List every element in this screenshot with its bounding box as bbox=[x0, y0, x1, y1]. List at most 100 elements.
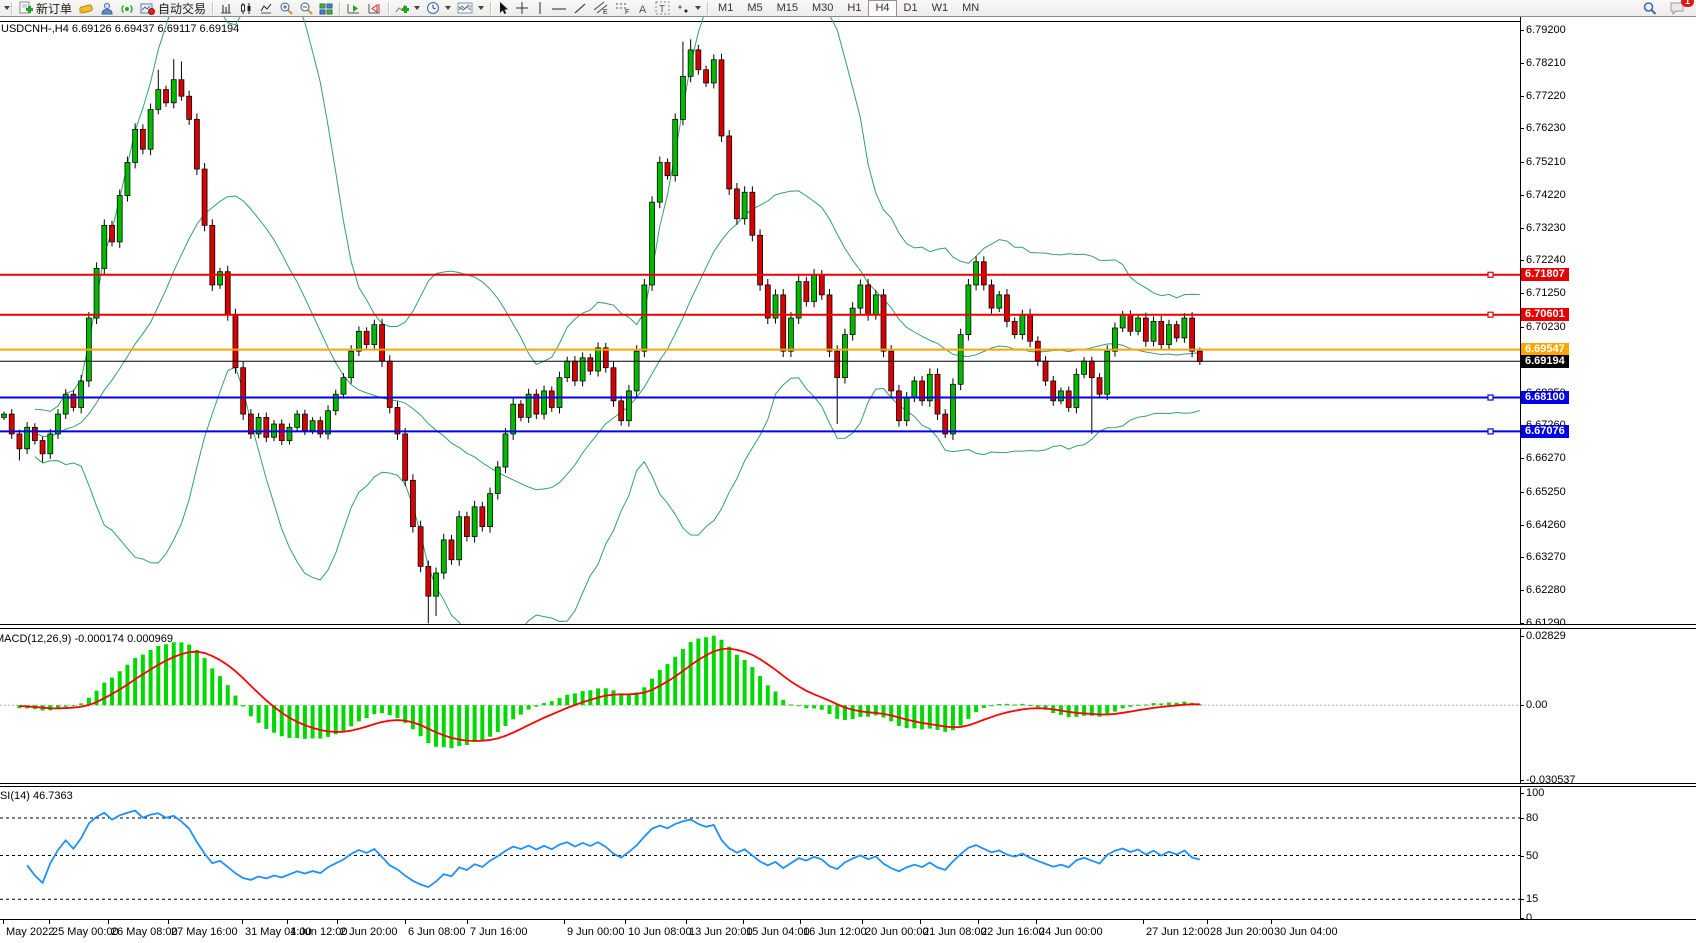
chevron-down-icon bbox=[695, 6, 701, 10]
time-tick bbox=[49, 920, 50, 924]
time-axis-label: 10 Jun 08:00 bbox=[628, 926, 692, 938]
price-tick-label: 6.61290 bbox=[1526, 617, 1566, 624]
horizontal-line-button[interactable] bbox=[548, 0, 570, 16]
tf-h4-button[interactable]: H4 bbox=[868, 0, 896, 17]
trendline-button[interactable] bbox=[570, 0, 590, 16]
vertical-line-button[interactable] bbox=[532, 0, 548, 16]
chart-bars-button[interactable] bbox=[216, 0, 236, 16]
tf-m15-button[interactable]: M15 bbox=[770, 0, 805, 17]
text-icon: A bbox=[637, 2, 649, 15]
price-tick bbox=[1520, 327, 1524, 328]
community-button[interactable] bbox=[97, 0, 117, 16]
chart-line-button[interactable] bbox=[256, 0, 276, 16]
tf-m30-button[interactable]: M30 bbox=[805, 0, 840, 17]
price-tick bbox=[1520, 458, 1524, 459]
signals-button[interactable] bbox=[117, 0, 137, 16]
macd-canvas[interactable] bbox=[0, 629, 1520, 783]
time-tick bbox=[3, 920, 4, 924]
price-tick bbox=[1520, 63, 1524, 64]
fibonacci-button[interactable]: F bbox=[612, 0, 634, 16]
tf-w1-button[interactable]: W1 bbox=[925, 0, 956, 17]
main-chart-canvas[interactable] bbox=[0, 17, 1520, 624]
main-chart-panel: USDCNH-,H4 6.69126 6.69437 6.69117 6.691… bbox=[0, 17, 1696, 624]
time-axis-label: 27 Jun 12:00 bbox=[1146, 926, 1210, 938]
time-axis-label: 1 Jun 12:00 bbox=[290, 926, 348, 938]
price-tick-label: 6.62280 bbox=[1526, 584, 1566, 596]
chart-shift-button[interactable] bbox=[364, 0, 385, 16]
search-button[interactable] bbox=[1639, 0, 1660, 16]
price-line-tag[interactable]: 6.70601 bbox=[1521, 308, 1569, 321]
crosshair-icon bbox=[515, 1, 529, 15]
new-order-button[interactable]: 新订单 bbox=[15, 0, 75, 16]
price-tick bbox=[1520, 260, 1524, 261]
cursor-button[interactable] bbox=[494, 0, 512, 16]
rsi-canvas[interactable] bbox=[0, 787, 1520, 919]
time-tick bbox=[625, 920, 626, 924]
time-axis-label: 16 Jun 12:00 bbox=[803, 926, 867, 938]
svg-text:A: A bbox=[639, 4, 647, 15]
price-line-tag[interactable]: 6.71807 bbox=[1521, 268, 1569, 281]
time-tick bbox=[1207, 920, 1208, 924]
crosshair-button[interactable] bbox=[512, 0, 532, 16]
time-tick bbox=[242, 920, 243, 924]
time-axis-label: 13 Jun 20:00 bbox=[689, 926, 753, 938]
time-tick bbox=[743, 920, 744, 924]
notifications-button[interactable]: 1 bbox=[1666, 0, 1688, 16]
tile-windows-button[interactable] bbox=[316, 0, 336, 16]
arrows-button[interactable] bbox=[673, 0, 704, 16]
time-axis-label: 28 Jun 20:00 bbox=[1210, 926, 1274, 938]
time-axis-label: 20 Jun 00:00 bbox=[865, 926, 929, 938]
text-label-button[interactable]: T bbox=[652, 0, 673, 16]
tf-mn-button[interactable]: MN bbox=[955, 0, 986, 17]
time-axis-label: 21 Jun 08:00 bbox=[923, 926, 987, 938]
autotrading-button[interactable]: 自动交易 bbox=[137, 0, 209, 16]
price-line-tag[interactable]: 6.68100 bbox=[1521, 391, 1569, 404]
tf-m1-button[interactable]: M1 bbox=[711, 0, 740, 17]
price-tick bbox=[1520, 128, 1524, 129]
rsi-tick-label: 100 bbox=[1526, 787, 1544, 799]
auto-scroll-icon bbox=[346, 2, 361, 15]
text-button[interactable]: A bbox=[634, 0, 652, 16]
template-icon bbox=[457, 1, 473, 15]
price-tick-label: 6.64260 bbox=[1526, 519, 1566, 531]
macd-tick-label: 0.02829 bbox=[1526, 630, 1566, 642]
chart-candles-button[interactable] bbox=[236, 0, 256, 16]
time-axis-label: 6 Jun 08:00 bbox=[408, 926, 466, 938]
rsi-tick bbox=[1520, 856, 1524, 857]
auto-scroll-button[interactable] bbox=[343, 0, 364, 16]
zoom-in-button[interactable] bbox=[276, 0, 296, 16]
periods-clock-button[interactable] bbox=[423, 0, 454, 16]
toolbar-separator bbox=[490, 2, 491, 15]
price-line-tag[interactable]: 6.67076 bbox=[1521, 425, 1569, 438]
price-tick-label: 6.75210 bbox=[1526, 156, 1566, 168]
equidistant-channel-button[interactable]: E bbox=[590, 0, 612, 16]
toolbar-overflow-button[interactable] bbox=[2, 0, 8, 16]
time-axis-label: 25 May 00:00 bbox=[52, 926, 119, 938]
indicators-button[interactable] bbox=[392, 0, 423, 16]
time-tick bbox=[405, 920, 406, 924]
time-tick bbox=[1271, 920, 1272, 924]
rsi-tick-label: 0 bbox=[1526, 912, 1532, 919]
time-axis-label: May 2022 bbox=[6, 926, 54, 938]
price-tick bbox=[1520, 492, 1524, 493]
time-tick bbox=[337, 920, 338, 924]
chart-title: USDCNH-,H4 6.69126 6.69437 6.69117 6.691… bbox=[1, 23, 239, 35]
time-axis-label: 2 Jun 20:00 bbox=[340, 926, 398, 938]
price-tick-label: 6.66270 bbox=[1526, 452, 1566, 464]
time-tick bbox=[1036, 920, 1037, 924]
tf-h1-button[interactable]: H1 bbox=[840, 0, 868, 17]
time-tick bbox=[800, 920, 801, 924]
zoom-out-button[interactable] bbox=[296, 0, 316, 16]
new-order-icon bbox=[18, 1, 33, 15]
tf-m5-button[interactable]: M5 bbox=[740, 0, 769, 17]
time-axis: May 202225 May 00:0026 May 08:0027 May 1… bbox=[0, 919, 1696, 943]
macd-label: MACD(12,26,9) -0.000174 0.000969 bbox=[0, 633, 260, 645]
rsi-tick-label: 50 bbox=[1526, 850, 1538, 862]
templates-button[interactable] bbox=[454, 0, 487, 16]
rsi-label: RSI(14) 46.7363 bbox=[0, 790, 200, 802]
toolbar-separator bbox=[388, 2, 389, 15]
crayon-button[interactable] bbox=[75, 0, 97, 16]
current-price-tag[interactable]: 6.69194 bbox=[1521, 355, 1569, 368]
tf-d1-button[interactable]: D1 bbox=[897, 0, 925, 17]
chevron-down-icon bbox=[4, 6, 10, 10]
